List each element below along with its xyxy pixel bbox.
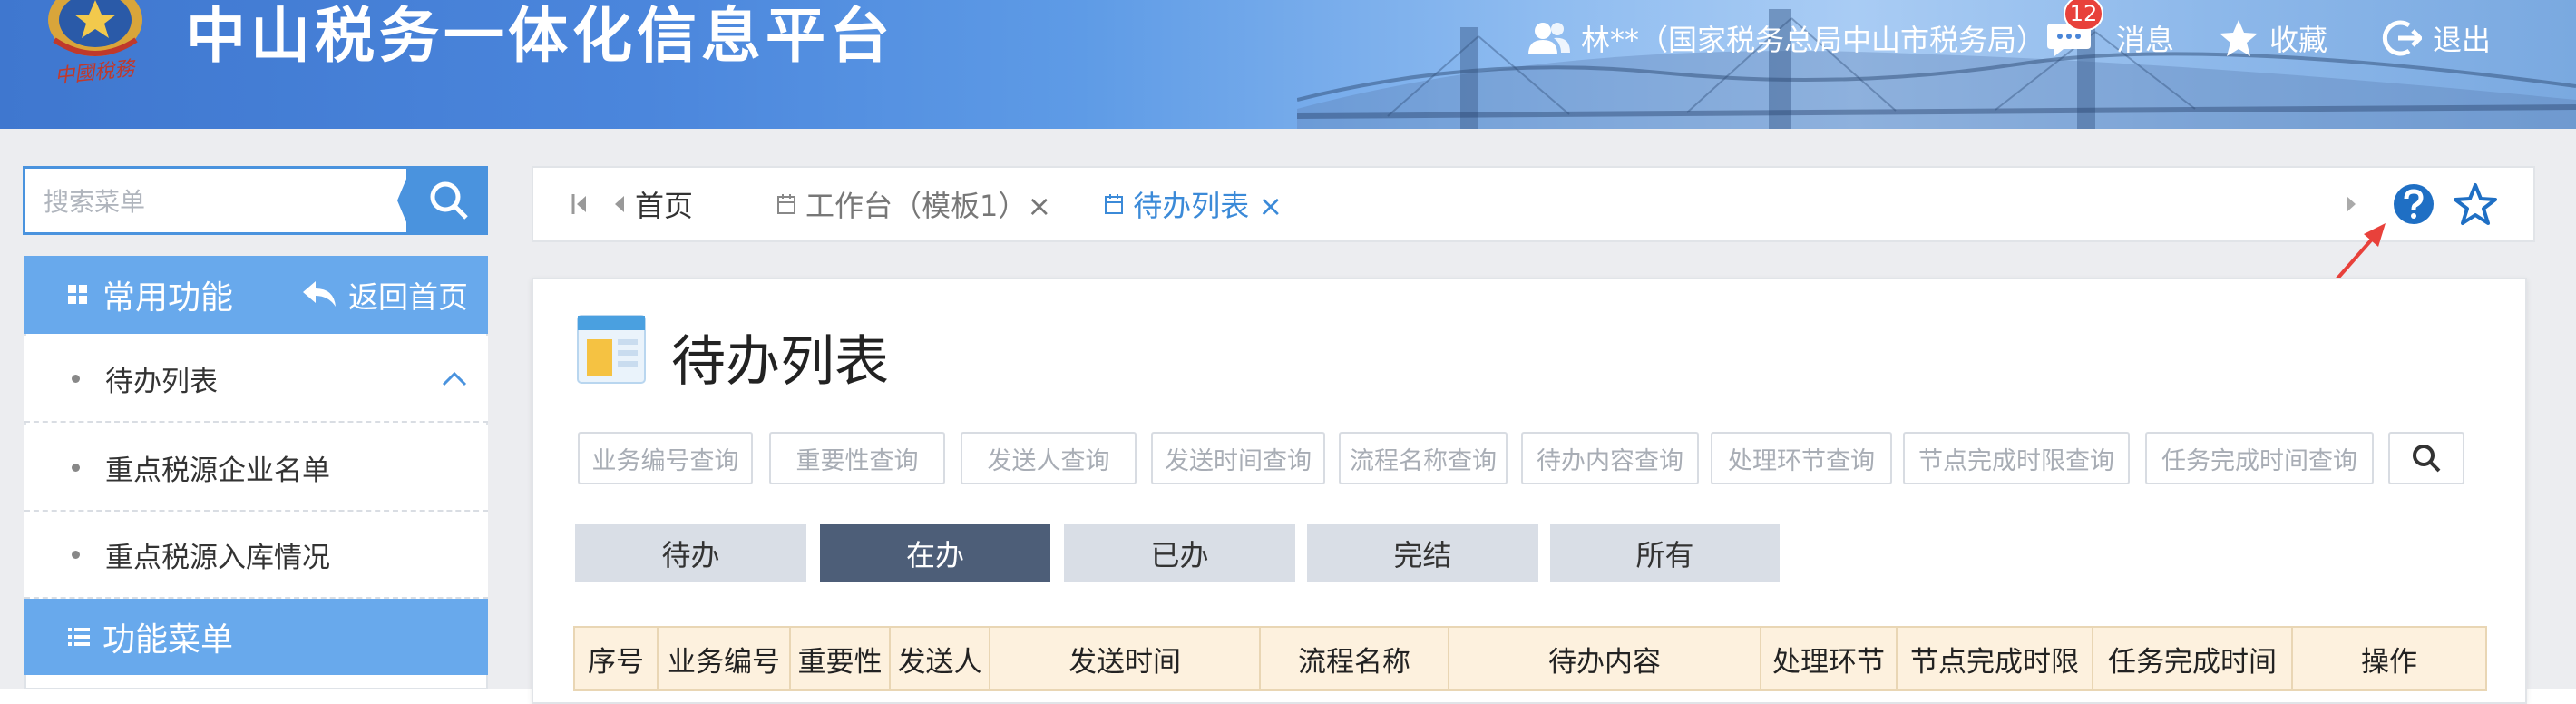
status-tab-completed[interactable]: 完结 xyxy=(1307,524,1538,582)
filter-placeholder: 任务完成时间查询 xyxy=(2161,446,2357,475)
calendar-icon xyxy=(777,194,796,214)
menu-search-button[interactable] xyxy=(409,166,488,235)
logout-link[interactable]: 退出 xyxy=(2382,11,2491,65)
tab-todo-list[interactable]: 待办列表 × xyxy=(1133,183,1283,225)
column-header-task-completion-time[interactable]: 任务完成时间 xyxy=(2093,628,2293,689)
filter-todo-content[interactable]: 待办内容查询 xyxy=(1521,432,1699,484)
filter-placeholder: 重要性查询 xyxy=(795,446,919,475)
top-banner: 中國稅務 中山税务一体化信息平台 林**（国家税务总局中山市税务局） 消息 12… xyxy=(0,0,2576,129)
status-tab-in-progress[interactable]: 在办 xyxy=(820,524,1050,582)
filter-placeholder: 业务编号查询 xyxy=(591,446,739,475)
column-header-process-step[interactable]: 处理环节 xyxy=(1761,628,1898,689)
star-icon xyxy=(2220,20,2258,56)
bullet-dot xyxy=(72,463,80,472)
favorites-label: 收藏 xyxy=(2269,23,2328,57)
left-arrow-icon[interactable] xyxy=(613,194,626,214)
filter-placeholder: 发送人查询 xyxy=(987,446,1110,475)
column-header-todo-content[interactable]: 待办内容 xyxy=(1449,628,1761,689)
bullet-dot xyxy=(72,374,80,383)
logout-icon xyxy=(2382,20,2422,56)
column-header-importance[interactable]: 重要性 xyxy=(791,628,891,689)
column-header-node-deadline[interactable]: 节点完成时限 xyxy=(1898,628,2093,689)
page-title: 待办列表 xyxy=(671,330,889,394)
double-left-arrow-icon[interactable] xyxy=(570,194,595,214)
sidebar-item-todo-list[interactable]: 待办列表 xyxy=(24,336,488,423)
message-count-badge: 12 xyxy=(2064,0,2103,31)
column-header-send-time[interactable]: 发送时间 xyxy=(990,628,1261,689)
filter-placeholder: 待办内容查询 xyxy=(1537,446,1683,475)
column-header-sender[interactable]: 发送人 xyxy=(891,628,990,689)
column-header-actions: 操作 xyxy=(2361,645,2417,679)
filter-search-button[interactable] xyxy=(2388,432,2464,484)
function-menu-title: 功能菜单 xyxy=(102,621,234,659)
filter-node-deadline[interactable]: 节点完成时限查询 xyxy=(1903,432,2130,484)
chevron-up-icon xyxy=(442,371,467,386)
filter-placeholder: 流程名称查询 xyxy=(1350,446,1497,475)
logout-label: 退出 xyxy=(2433,23,2492,57)
status-tab-all[interactable]: 所有 xyxy=(1550,524,1780,582)
filter-placeholder: 发送时间查询 xyxy=(1165,446,1312,475)
back-home-button[interactable]: 返回首页 xyxy=(301,273,468,317)
todo-list-page-icon xyxy=(577,315,646,384)
filter-placeholder: 处理环节查询 xyxy=(1728,446,1875,475)
filter-placeholder: 节点完成时限查询 xyxy=(1918,446,2114,475)
status-tab-done[interactable]: 已办 xyxy=(1064,524,1295,582)
function-menu-header[interactable]: 功能菜单 xyxy=(24,599,488,675)
search-placeholder: 搜索菜单 xyxy=(44,187,146,217)
users-icon xyxy=(1528,23,1570,54)
tab-workbench[interactable]: 工作台（模板1）× xyxy=(805,183,1051,225)
filter-process-name[interactable]: 流程名称查询 xyxy=(1339,432,1508,484)
sidebar-item-label: 待办列表 xyxy=(105,365,218,398)
filter-process-step[interactable]: 处理环节查询 xyxy=(1711,432,1892,484)
sidebar-item-key-tax-storage[interactable]: 重点税源入库情况 xyxy=(24,512,488,599)
grid-icon xyxy=(68,285,87,304)
filter-importance[interactable]: 重要性查询 xyxy=(769,432,945,484)
tab-bar: 首页 工作台（模板1）× 待办列表 × xyxy=(532,166,2535,242)
column-header-business-number[interactable]: 业务编号 xyxy=(659,628,791,689)
tab-home[interactable]: 首页 xyxy=(635,183,693,225)
list-icon xyxy=(68,628,90,646)
column-header-process-name[interactable]: 流程名称 xyxy=(1261,628,1449,689)
status-tab-pending[interactable]: 待办 xyxy=(575,524,806,582)
sidebar-item-key-tax-companies[interactable]: 重点税源企业名单 xyxy=(24,425,488,512)
bullet-dot xyxy=(72,550,80,559)
reply-arrow-icon xyxy=(303,281,336,307)
filter-send-time[interactable]: 发送时间查询 xyxy=(1151,432,1325,484)
calendar-icon xyxy=(1105,194,1124,214)
user-info[interactable]: 林**（国家税务总局中山市税务局） xyxy=(1527,11,2045,65)
common-functions-title: 常用功能 xyxy=(102,279,234,317)
filter-business-number[interactable]: 业务编号查询 xyxy=(578,432,753,484)
common-functions-header: 常用功能 返回首页 xyxy=(24,256,488,334)
messages-label: 消息 xyxy=(2116,23,2175,57)
sidebar-item-label: 重点税源入库情况 xyxy=(105,541,330,574)
favorite-star-icon[interactable] xyxy=(2454,182,2497,226)
back-home-label: 返回首页 xyxy=(348,279,468,315)
app-title: 中山税务一体化信息平台 xyxy=(186,1,894,71)
filter-sender[interactable]: 发送人查询 xyxy=(961,432,1137,484)
sidebar-item-label: 重点税源企业名单 xyxy=(105,454,330,487)
column-header-index[interactable]: 序号 xyxy=(575,628,659,689)
favorites-link[interactable]: 收藏 xyxy=(2219,11,2327,65)
search-icon xyxy=(430,181,468,220)
menu-search-input[interactable]: 搜索菜单 xyxy=(23,166,409,235)
help-icon[interactable] xyxy=(2392,182,2435,226)
user-name: 林**（国家税务总局中山市税务局） xyxy=(1581,23,2046,57)
right-arrow-icon[interactable] xyxy=(2345,194,2357,214)
filter-task-completion-time[interactable]: 任务完成时间查询 xyxy=(2145,432,2374,484)
table-header: 序号 业务编号 重要性 发送人 发送时间 流程名称 待办内容 处理环节 节点完成… xyxy=(573,626,2487,691)
search-icon xyxy=(2413,445,2441,473)
